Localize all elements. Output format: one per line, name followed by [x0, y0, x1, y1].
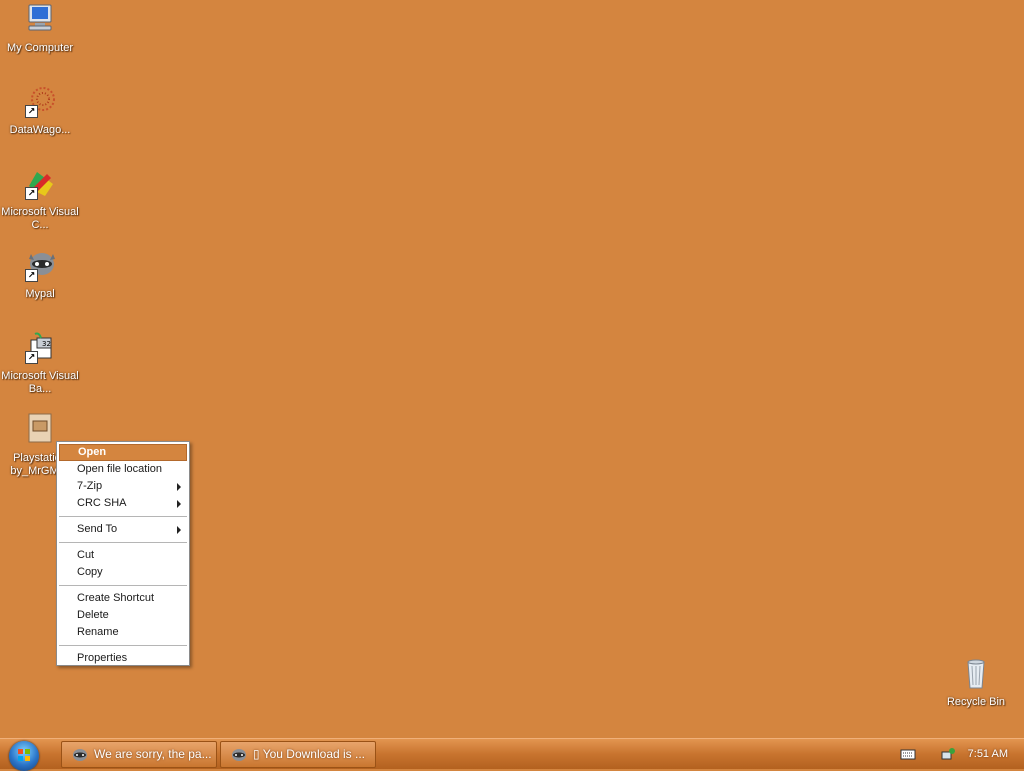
mypal-icon: ↗ [23, 248, 57, 282]
shortcut-arrow-icon: ↗ [25, 351, 38, 364]
clock[interactable]: 7:51 AM [968, 739, 1008, 769]
desktop-icon-label: Microsoft Visual Ba... [1, 370, 79, 395]
desktop-icon-label: DataWago... [9, 124, 71, 136]
menu-item-open[interactable]: Open [59, 444, 187, 461]
desktop-icon-visual-basic[interactable]: 32 ↗ Microsoft Visual Ba... [0, 330, 80, 396]
menu-separator [59, 585, 187, 586]
shortcut-arrow-icon: ↗ [25, 105, 38, 118]
menu-item-label: Send To [77, 523, 118, 535]
svg-text:32: 32 [42, 340, 51, 348]
menu-separator [59, 516, 187, 517]
datawagon-icon: ↗ [23, 84, 57, 118]
system-tray: 7:51 AM [890, 739, 1024, 769]
desktop-icon-datawagon[interactable]: ↗ DataWago... [0, 84, 80, 137]
submenu-arrow-icon [177, 483, 181, 491]
menu-item-copy[interactable]: Copy [59, 564, 187, 581]
menu-item-delete[interactable]: Delete [59, 607, 187, 624]
menu-item-rename[interactable]: Rename [59, 624, 187, 641]
desktop-icon-label: Microsoft Visual C... [1, 206, 79, 231]
mypal-icon [72, 747, 88, 763]
submenu-arrow-icon [177, 526, 181, 534]
keyboard-icon[interactable] [900, 746, 916, 762]
menu-item-open-file-location[interactable]: Open file location [59, 461, 187, 478]
mypal-icon [231, 747, 247, 763]
taskbar-button-label: ▯ You Download is ... [253, 747, 366, 761]
desktop-icon-visual-c[interactable]: ↗ Microsoft Visual C... [0, 166, 80, 232]
menu-item-send-to[interactable]: Send To [59, 521, 187, 538]
recycle-bin-icon [959, 656, 993, 690]
desktop: My Computer ↗ DataWago... ↗ Microsoft Vi… [0, 0, 1024, 738]
playstation-file-icon [23, 412, 57, 446]
taskbar: We are sorry, the pa... ▯ You Download i… [0, 738, 1024, 771]
desktop-icon-label: Mypal [25, 288, 55, 300]
visual-basic-icon: 32 ↗ [23, 330, 57, 364]
menu-item-cut[interactable]: Cut [59, 547, 187, 564]
shortcut-arrow-icon: ↗ [25, 187, 38, 200]
desktop-icon-label: Recycle Bin [946, 696, 1006, 708]
desktop-icon-my-computer[interactable]: My Computer [0, 2, 80, 55]
desktop-icon-label: My Computer [6, 42, 74, 54]
start-button[interactable] [9, 741, 39, 771]
desktop-icon-mypal[interactable]: ↗ Mypal [0, 248, 80, 301]
menu-item-7zip[interactable]: 7-Zip [59, 478, 187, 495]
context-menu: Open Open file location 7-Zip CRC SHA Se… [56, 441, 190, 666]
menu-item-create-shortcut[interactable]: Create Shortcut [59, 590, 187, 607]
network-icon[interactable] [940, 746, 956, 762]
menu-item-crc-sha[interactable]: CRC SHA [59, 495, 187, 512]
menu-item-label: 7-Zip [77, 480, 103, 492]
menu-separator [59, 645, 187, 646]
taskbar-button-label: We are sorry, the pa... [94, 747, 212, 761]
submenu-arrow-icon [177, 500, 181, 508]
my-computer-icon [23, 2, 57, 36]
menu-separator [59, 542, 187, 543]
visual-c-icon: ↗ [23, 166, 57, 200]
shortcut-arrow-icon: ↗ [25, 269, 38, 282]
windows-start-icon [18, 749, 30, 761]
menu-item-label: CRC SHA [77, 497, 127, 509]
taskbar-button-2[interactable]: ▯ You Download is ... [220, 741, 376, 768]
taskbar-button-1[interactable]: We are sorry, the pa... [61, 741, 217, 768]
menu-item-properties[interactable]: Properties [59, 650, 187, 667]
desktop-icon-recycle-bin[interactable]: Recycle Bin [936, 656, 1016, 709]
